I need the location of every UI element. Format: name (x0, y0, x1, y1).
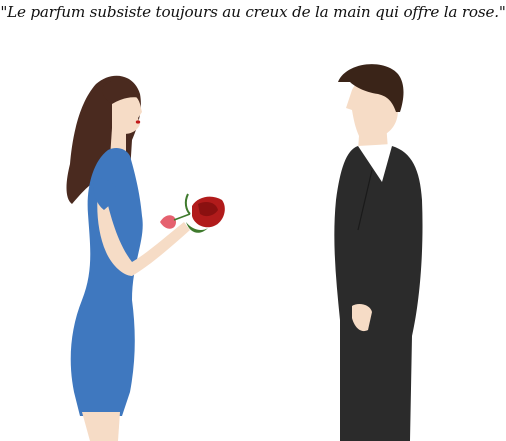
woman-lips (135, 120, 141, 124)
man-figure (334, 64, 423, 441)
illustration (66, 64, 423, 441)
man-suit (334, 146, 423, 441)
woman-legs (82, 412, 120, 441)
red-rose (184, 193, 225, 233)
woman-figure (66, 75, 190, 441)
